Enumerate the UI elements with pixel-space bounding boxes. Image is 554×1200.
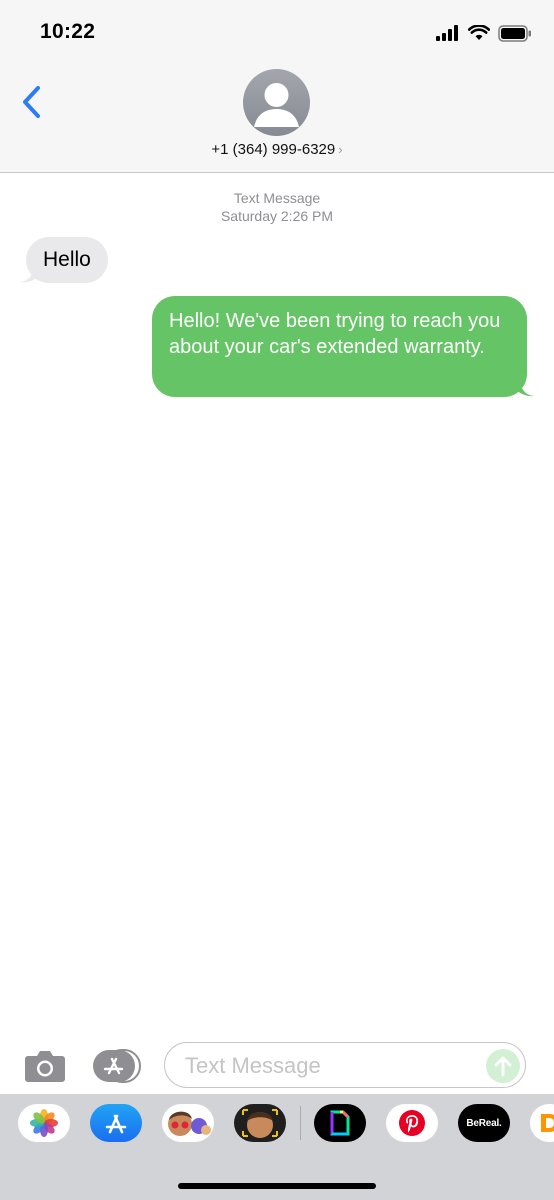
app-photos[interactable] [18, 1104, 70, 1142]
drawer-divider [300, 1106, 301, 1140]
status-time: 10:22 [40, 20, 96, 43]
message-timestamp: Saturday 2:26 PM [220, 208, 334, 224]
chevron-left-icon [23, 86, 40, 118]
wifi-icon [468, 25, 490, 40]
app-store-icon [93, 1049, 141, 1083]
app-pinterest[interactable] [386, 1104, 438, 1142]
app-app-store[interactable] [90, 1104, 142, 1142]
app-store-icon [105, 1114, 127, 1134]
message-input-container [164, 1042, 526, 1089]
giphy-icon [330, 1110, 350, 1136]
duolingo-icon [541, 1114, 554, 1132]
message-bubble-outgoing[interactable]: Hello! We've been trying to reach you ab… [152, 296, 527, 397]
memoji-stickers-icon [168, 1111, 211, 1136]
back-button[interactable] [18, 82, 48, 122]
message-input[interactable] [183, 1043, 477, 1089]
pinterest-icon [399, 1110, 425, 1136]
status-icons [436, 24, 532, 42]
app-memoji-stickers[interactable] [162, 1104, 214, 1142]
contact-name: +1 (364) 999-6329 [211, 141, 336, 158]
arrow-up-icon [494, 1056, 512, 1077]
contact-details-button[interactable]: +1 (364) 999-6329 › [0, 141, 554, 158]
app-giphy[interactable] [314, 1104, 366, 1142]
battery-icon [498, 24, 531, 42]
chevron-right-icon: › [338, 142, 343, 157]
send-button[interactable] [486, 1049, 520, 1083]
message-bubble-incoming[interactable]: Hello [26, 237, 108, 283]
photos-icon [30, 1109, 58, 1137]
app-store-button[interactable] [92, 1049, 142, 1083]
home-indicator [178, 1183, 376, 1189]
camera-button[interactable] [24, 1048, 66, 1084]
camera-icon [25, 1051, 65, 1082]
app-memoji[interactable] [234, 1104, 286, 1142]
app-bereal[interactable]: BeReal. [458, 1104, 510, 1142]
app-duolingo[interactable] [530, 1104, 554, 1142]
conversation-header: 10:22 +1 (364) 999-6329 › [0, 0, 554, 173]
bereal-label: BeReal. [466, 1117, 502, 1129]
memoji-icon [242, 1109, 278, 1138]
service-label: Text Message [233, 190, 321, 206]
cellular-signal-icon [436, 25, 458, 41]
contact-avatar[interactable] [243, 69, 310, 136]
message-meta: Text Message Saturday 2:26 PM [0, 189, 554, 225]
person-silhouette-icon [254, 83, 299, 127]
